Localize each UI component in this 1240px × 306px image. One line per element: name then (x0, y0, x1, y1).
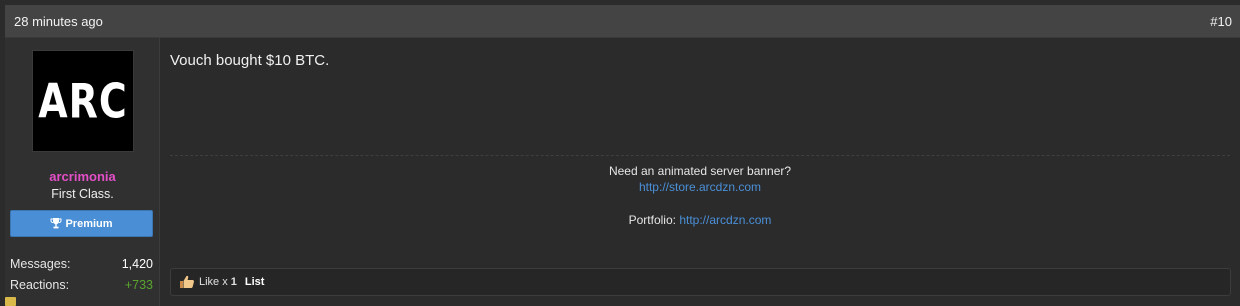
avatar-logo-text: ARC (38, 73, 128, 129)
signature-text: Need an animated server banner? (608, 164, 792, 178)
reactions-bar: Like x 1 List (170, 268, 1231, 296)
message-body: Vouch bought $10 BTC. (170, 52, 330, 69)
portfolio-label: Portfolio: (628, 213, 676, 227)
stat-value: +733 (124, 278, 153, 292)
stat-value: 1,420 (121, 257, 153, 271)
like-count: 1 (230, 276, 237, 288)
like-label: Like x (199, 276, 228, 288)
post-timestamp[interactable]: 28 minutes ago (14, 14, 103, 29)
post-number-link[interactable]: #10 (1210, 14, 1232, 29)
stat-label: Reactions: (10, 278, 70, 292)
signature-divider (170, 155, 1230, 156)
portfolio-link[interactable]: http://arcdzn.com (679, 213, 771, 227)
premium-banner-label: Premium (65, 217, 113, 230)
trophy-icon (50, 218, 62, 229)
user-title: First Class. (51, 187, 114, 201)
reactions-list-link[interactable]: List (245, 276, 265, 288)
award-icon (5, 297, 16, 306)
stat-messages: Messages: 1,420 (10, 257, 153, 275)
forum-post: 28 minutes ago #10 ARC arcrimonia First … (0, 0, 1240, 306)
stat-label: Messages: (10, 257, 71, 271)
stat-reactions: Reactions: +733 (10, 278, 153, 296)
avatar[interactable]: ARC (32, 50, 134, 152)
username-link[interactable]: arcrimonia (5, 169, 160, 184)
user-info-panel: ARC arcrimonia First Class. Premium Mess… (5, 38, 160, 306)
signature: Need an animated server banner? http://s… (170, 163, 1230, 228)
store-link[interactable]: http://store.arcdzn.com (639, 180, 761, 194)
post-header: 28 minutes ago #10 (5, 5, 1240, 38)
thumbs-up-icon (180, 275, 194, 288)
premium-banner: Premium (10, 210, 153, 237)
